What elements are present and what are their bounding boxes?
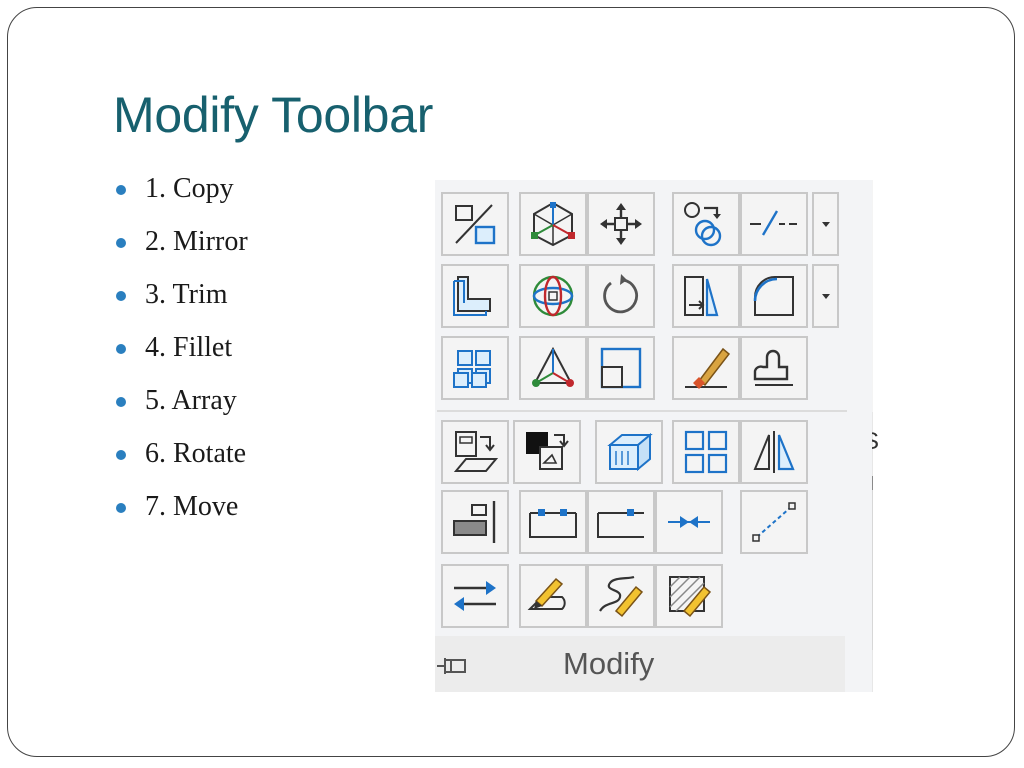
offset-button[interactable] xyxy=(587,336,655,400)
fillet-button[interactable] xyxy=(740,264,808,328)
erase-button[interactable] xyxy=(672,336,740,400)
move-icon xyxy=(600,203,642,245)
pedit-icon xyxy=(753,349,793,386)
list-item-label: 4. Fillet xyxy=(145,332,233,363)
pin-icon[interactable] xyxy=(435,654,475,678)
bullet-list: 1. Copy 2. Mirror 3. Trim 4. Fillet 5. A… xyxy=(115,170,248,541)
modify-panel: Modify xyxy=(435,180,872,692)
align-button[interactable] xyxy=(441,490,509,554)
join-icon xyxy=(529,509,577,538)
list-item: 5. Array xyxy=(115,382,248,435)
explode-icon xyxy=(752,502,796,542)
erase-icon xyxy=(685,347,731,389)
draw-order-button[interactable] xyxy=(513,420,581,484)
list-item: 3. Trim xyxy=(115,276,248,329)
panel-label[interactable]: Modify xyxy=(563,646,654,682)
trim-button[interactable] xyxy=(672,264,740,328)
list-item: 7. Move xyxy=(115,488,248,541)
rectangular-array-icon xyxy=(684,430,728,474)
bullet-dot xyxy=(116,503,126,513)
fillet-dropdown-button[interactable] xyxy=(812,264,839,328)
list-item: 2. Mirror xyxy=(115,223,248,276)
swap-button[interactable] xyxy=(441,564,509,628)
list-item-label: 5. Array xyxy=(145,385,237,416)
edit-hatch-button[interactable] xyxy=(655,564,723,628)
edit-polyline-button[interactable] xyxy=(519,564,587,628)
3d-rotate-icon xyxy=(532,275,574,317)
3d-rotate-button[interactable] xyxy=(519,264,587,328)
break-icon xyxy=(750,210,797,236)
bullet-dot xyxy=(116,238,126,248)
bullet-dot xyxy=(116,344,126,354)
panel-divider xyxy=(437,410,847,412)
chevron-down-icon xyxy=(821,222,830,227)
edit-spline-button[interactable] xyxy=(587,564,655,628)
panel-footer: Modify xyxy=(435,636,845,692)
edit-spline-icon xyxy=(599,575,644,618)
solid-edit-button[interactable] xyxy=(595,420,663,484)
copy-icon xyxy=(455,204,496,245)
swap-icon xyxy=(454,581,496,611)
stretch-button[interactable] xyxy=(441,264,509,328)
align-icon xyxy=(453,501,496,543)
explode-button[interactable] xyxy=(740,490,808,554)
match-properties-icon xyxy=(453,431,499,472)
break-at-point-icon xyxy=(668,516,710,528)
rectangular-array-button[interactable] xyxy=(672,420,740,484)
list-item: 1. Copy xyxy=(115,170,248,223)
stretch-icon xyxy=(453,276,491,316)
list-item: 4. Fillet xyxy=(115,329,248,382)
bullet-dot xyxy=(116,397,126,407)
fillet-icon xyxy=(753,276,794,316)
list-item-label: 1. Copy xyxy=(145,173,234,204)
slide-title: Modify Toolbar xyxy=(113,87,434,143)
lengthen-button[interactable] xyxy=(587,490,655,554)
list-item: 6. Rotate xyxy=(115,435,248,488)
draw-order-icon xyxy=(526,432,569,470)
scale-icon xyxy=(684,202,722,247)
bullet-dot xyxy=(116,450,126,460)
bullet-dot xyxy=(116,185,126,195)
offset-icon xyxy=(600,347,642,389)
array-button[interactable] xyxy=(441,336,509,400)
3d-move-button[interactable] xyxy=(519,192,587,256)
3d-move-icon xyxy=(531,201,575,247)
list-item-label: 3. Trim xyxy=(145,279,228,310)
move-button[interactable] xyxy=(587,192,655,256)
join-button[interactable] xyxy=(519,490,587,554)
3d-align-icon xyxy=(532,346,574,387)
rotate-icon xyxy=(603,274,638,314)
list-item-label: 7. Move xyxy=(145,491,239,522)
mirror-icon xyxy=(753,431,795,473)
edit-hatch-icon xyxy=(669,576,712,618)
copy-button[interactable] xyxy=(441,192,509,256)
rotate-button[interactable] xyxy=(587,264,655,328)
edit-polyline-icon xyxy=(527,577,566,610)
solid-edit-icon xyxy=(607,432,653,472)
pedit-button[interactable] xyxy=(740,336,808,400)
lengthen-icon xyxy=(597,509,644,538)
break-button[interactable] xyxy=(740,192,808,256)
list-item-label: 2. Mirror xyxy=(145,226,248,257)
mirror-button[interactable] xyxy=(740,420,808,484)
bullet-dot xyxy=(116,291,126,301)
chevron-down-icon xyxy=(821,294,830,299)
break-at-point-button[interactable] xyxy=(655,490,723,554)
array-icon xyxy=(453,350,491,388)
match-properties-button[interactable] xyxy=(441,420,509,484)
break-dropdown-button[interactable] xyxy=(812,192,839,256)
scale-button[interactable] xyxy=(672,192,740,256)
list-item-label: 6. Rotate xyxy=(145,438,247,469)
3d-align-button[interactable] xyxy=(519,336,587,400)
trim-icon xyxy=(684,276,719,317)
